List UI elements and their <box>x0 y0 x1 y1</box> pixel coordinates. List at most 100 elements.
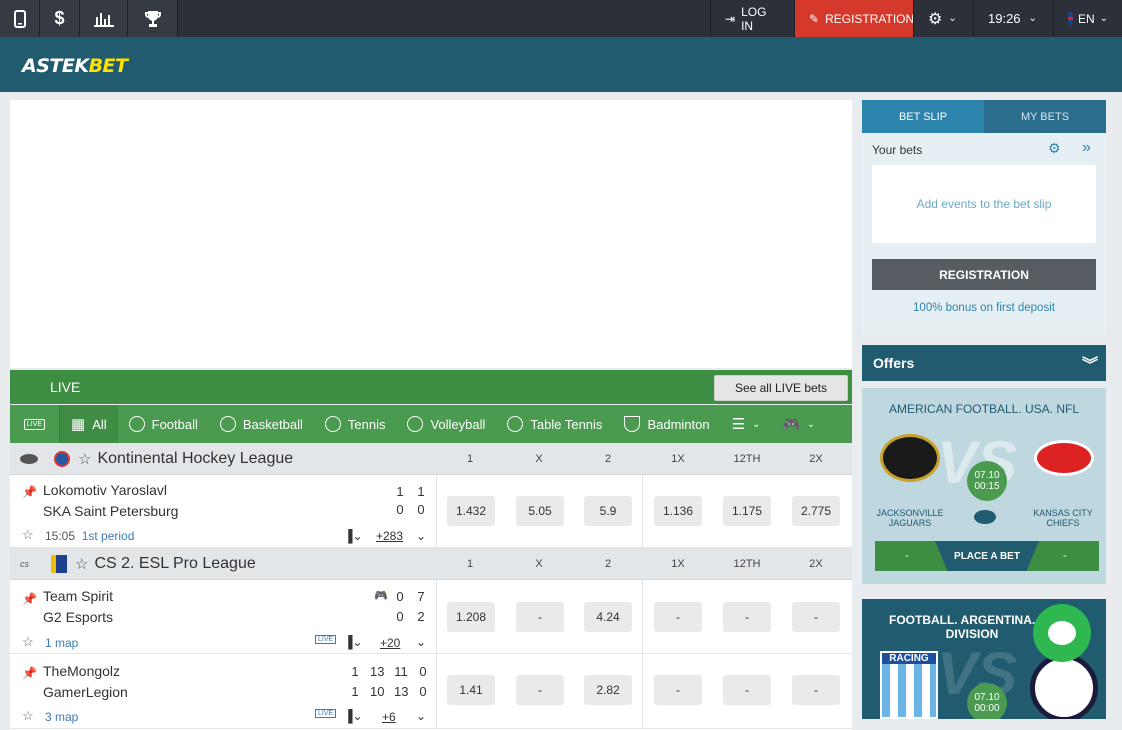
tab-all[interactable]: ▦ All <box>60 405 118 443</box>
score: 7 <box>417 589 425 604</box>
odd-x[interactable]: - <box>516 602 564 632</box>
more-markets-link[interactable]: +283 <box>376 529 403 543</box>
collapse-icon[interactable]: » <box>1082 139 1091 157</box>
tab-badminton[interactable]: Badminton <box>613 405 720 443</box>
dollar-icon[interactable]: $ <box>40 0 80 37</box>
score: 10 <box>370 684 385 699</box>
col-2x: 2X <box>809 453 823 465</box>
tab-football[interactable]: Football <box>118 405 209 443</box>
team-away[interactable]: G2 Esports <box>43 609 113 625</box>
tab-tennis[interactable]: Tennis <box>314 405 397 443</box>
score: 13 <box>370 664 385 679</box>
score: 0 <box>419 684 427 699</box>
odd-1x[interactable]: 1.136 <box>654 496 702 526</box>
favorite-star-icon[interactable]: ☆ <box>22 634 34 650</box>
offer-bet-bar: - PLACE A BET - <box>875 541 1099 571</box>
odd-2[interactable]: 4.24 <box>584 602 632 632</box>
league-name: Kontinental Hockey League <box>97 449 294 467</box>
login-button[interactable]: ⇥ LOG IN <box>710 0 794 37</box>
offer-odd-2[interactable]: - <box>1063 550 1067 562</box>
offer-league: AMERICAN FOOTBALL. USA. NFL <box>888 402 1080 416</box>
odd-1x[interactable]: - <box>654 602 702 632</box>
bonus-link[interactable]: 100% bonus on first deposit <box>862 302 1106 314</box>
odd-12th[interactable]: - <box>723 602 771 632</box>
favorite-star-icon[interactable]: ☆ <box>75 555 88 573</box>
top-bar: $ ⇥ LOG IN ✎ REGISTRATION ⚙ ⌄ 19:26 ⌄ EN <box>0 0 1122 37</box>
favorite-star-icon[interactable]: ☆ <box>78 450 91 468</box>
grid-icon: ▦ <box>71 416 86 433</box>
edit-icon: ✎ <box>809 11 820 26</box>
odd-1[interactable]: 1.41 <box>447 675 495 705</box>
offer-odd-1[interactable]: - <box>905 550 909 562</box>
team-away[interactable]: SKA Saint Petersburg <box>43 503 178 519</box>
chevron-down-icon[interactable]: ⌄ <box>416 709 426 723</box>
chevron-down-icon[interactable]: ⌄ <box>416 529 426 543</box>
stats-icon[interactable]: ▐⌄ <box>344 709 363 723</box>
esports-dropdown[interactable]: 🎮 ⌄ <box>771 405 826 443</box>
tab-my-bets[interactable]: MY BETS <box>984 100 1106 133</box>
pin-icon[interactable]: 📌 <box>22 485 37 499</box>
odd-12th[interactable]: - <box>723 675 771 705</box>
odd-1[interactable]: 1.432 <box>447 496 495 526</box>
pin-icon[interactable]: 📌 <box>22 592 37 606</box>
offer-card[interactable]: AMERICAN FOOTBALL. USA. NFL VS 07.1000:1… <box>862 388 1106 584</box>
stats-icon[interactable]: ▐⌄ <box>344 529 363 543</box>
team-home[interactable]: TheMongolz <box>43 663 120 679</box>
team-home[interactable]: Lokomotiv Yaroslavl <box>43 482 167 498</box>
event-row: 📌 TheMongolz GamerLegion 1 13 11 0 1 10 … <box>10 654 852 729</box>
odd-1x[interactable]: - <box>654 675 702 705</box>
league-header: cs ☆ CS 2. ESL Pro League 1 X 2 1X 12TH … <box>10 548 852 580</box>
odd-x[interactable]: - <box>516 675 564 705</box>
odd-2x[interactable]: - <box>792 602 840 632</box>
odd-2x[interactable]: 2.775 <box>792 496 840 526</box>
chiefs-logo-icon <box>1034 440 1094 476</box>
see-all-live-button[interactable]: See all LIVE bets <box>713 375 848 401</box>
odd-2x[interactable]: - <box>792 675 840 705</box>
odd-2[interactable]: 5.9 <box>584 496 632 526</box>
language-dropdown[interactable]: EN ⌄ <box>1053 0 1122 37</box>
col-1x: 1X <box>671 453 685 465</box>
favorite-star-icon[interactable]: ☆ <box>22 708 34 724</box>
uk-flag-icon <box>1068 11 1073 26</box>
tab-bet-slip[interactable]: BET SLIP <box>862 100 984 133</box>
trophy-icon[interactable] <box>128 0 178 37</box>
khl-logo-icon <box>54 450 70 467</box>
chat-button[interactable] <box>1033 604 1091 662</box>
place-bet-button[interactable]: PLACE A BET <box>935 541 1039 571</box>
team-home[interactable]: Team Spirit <box>43 588 113 604</box>
odd-12th[interactable]: 1.175 <box>723 496 771 526</box>
score: 11 <box>394 664 408 679</box>
odd-x[interactable]: 5.05 <box>516 496 564 526</box>
time-dropdown[interactable]: 19:26 ⌄ <box>973 0 1053 37</box>
slip-registration-button[interactable]: REGISTRATION <box>872 259 1096 290</box>
favorite-star-icon[interactable]: ☆ <box>22 527 34 543</box>
league-name: CS 2. ESL Pro League <box>94 554 256 572</box>
tab-table-tennis[interactable]: Table Tennis <box>496 405 613 443</box>
chevron-down-icon[interactable]: ⌄ <box>416 635 426 649</box>
pin-icon[interactable]: 📌 <box>22 666 37 680</box>
offers-header[interactable]: Offers ︾ <box>862 345 1106 381</box>
settings-dropdown[interactable]: ⚙ ⌄ <box>913 0 973 37</box>
site-logo[interactable]: ASTEKBET <box>22 55 128 77</box>
chat-bubble-icon <box>1048 621 1076 645</box>
gear-icon: ⚙ <box>928 10 943 28</box>
odd-1[interactable]: 1.208 <box>447 602 495 632</box>
more-markets-link[interactable]: +6 <box>382 710 396 724</box>
gear-icon[interactable]: ⚙ <box>1048 140 1061 157</box>
team-away[interactable]: GamerLegion <box>43 684 128 700</box>
double-chevron-down-icon: ︾ <box>1081 357 1098 374</box>
tab-basketball[interactable]: Basketball <box>209 405 314 443</box>
event-row: 📌 Lokomotiv Yaroslavl SKA Saint Petersbu… <box>10 475 852 548</box>
more-markets-link[interactable]: +20 <box>380 636 400 650</box>
gamepad-icon: 🎮 <box>782 415 800 432</box>
bet-slip-empty: Add events to the bet slip <box>872 165 1096 243</box>
event-time-info: 15:05 1st period <box>45 529 135 543</box>
odd-2[interactable]: 2.82 <box>584 675 632 705</box>
stats-icon[interactable] <box>80 0 128 37</box>
tab-volleyball[interactable]: Volleyball <box>396 405 496 443</box>
football-icon <box>974 510 996 524</box>
stats-icon[interactable]: ▐⌄ <box>344 635 363 649</box>
registration-button[interactable]: ✎ REGISTRATION <box>794 0 914 37</box>
more-sports-dropdown[interactable]: ☰ ⌄ <box>721 405 772 443</box>
mobile-icon[interactable] <box>0 0 40 37</box>
